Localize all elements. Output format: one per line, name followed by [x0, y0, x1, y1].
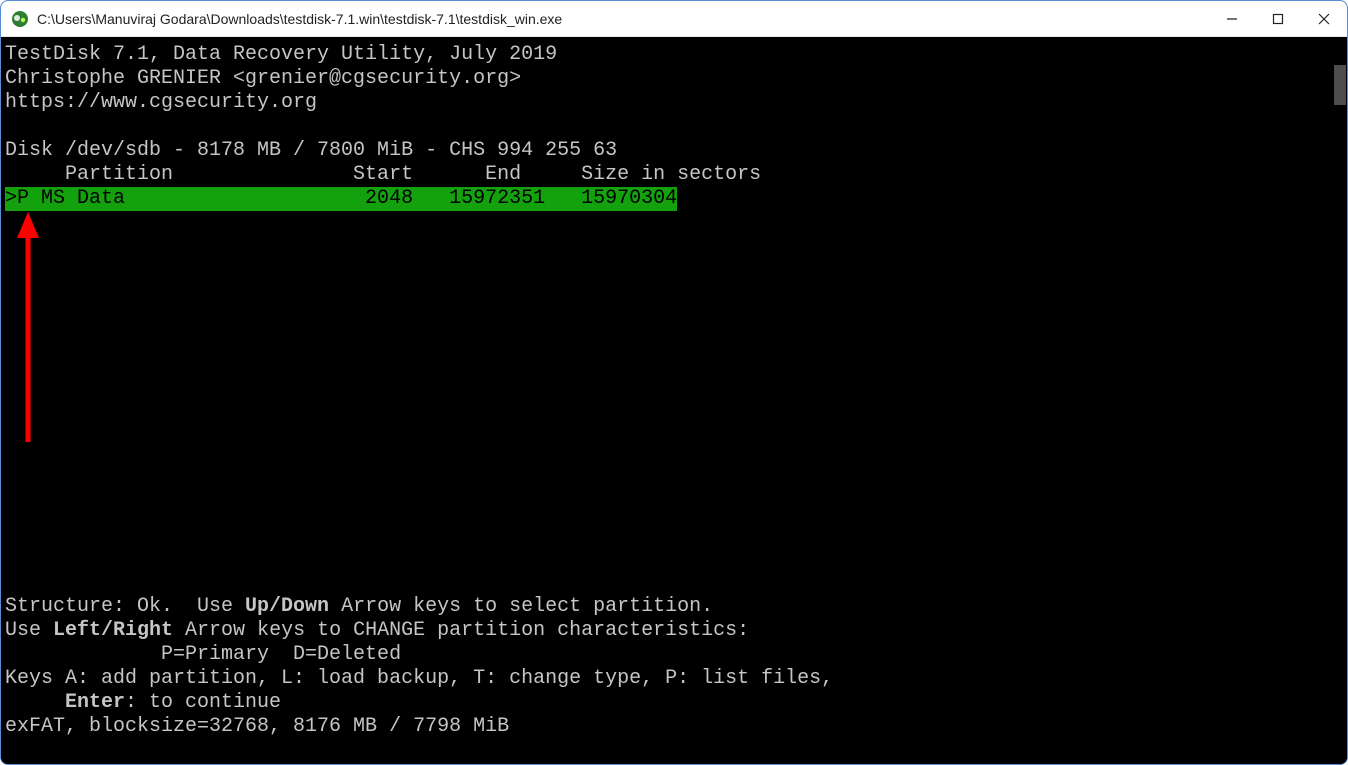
- minimize-button[interactable]: [1209, 1, 1255, 37]
- leftright-key-label: Left/Right: [53, 619, 173, 642]
- window-title: C:\Users\Manuviraj Godara\Downloads\test…: [37, 11, 562, 27]
- scrollbar-thumb[interactable]: [1334, 65, 1346, 105]
- terminal-area: TestDisk 7.1, Data Recovery Utility, Jul…: [1, 37, 1347, 764]
- column-headers: Partition Start End Size in sectors: [5, 163, 761, 186]
- maximize-button[interactable]: [1255, 1, 1301, 37]
- partition-row-selected[interactable]: >P MS Data 2048 15972351 15970304: [5, 187, 677, 211]
- app-icon: [11, 10, 29, 28]
- change-line: Use Left/Right Arrow keys to CHANGE part…: [5, 619, 749, 642]
- enter-key-label: Enter: [65, 691, 125, 714]
- enter-line: Enter: to continue: [5, 691, 281, 714]
- updown-key-label: Up/Down: [245, 595, 329, 618]
- keys-line: Keys A: add partition, L: load backup, T…: [5, 667, 833, 690]
- terminal-output[interactable]: TestDisk 7.1, Data Recovery Utility, Jul…: [1, 37, 1329, 764]
- app-window: C:\Users\Manuviraj Godara\Downloads\test…: [0, 0, 1348, 765]
- vertical-scrollbar[interactable]: [1329, 37, 1347, 764]
- title-bar[interactable]: C:\Users\Manuviraj Godara\Downloads\test…: [1, 1, 1347, 37]
- header-line1: TestDisk 7.1, Data Recovery Utility, Jul…: [5, 43, 557, 66]
- close-button[interactable]: [1301, 1, 1347, 37]
- structure-line: Structure: Ok. Use Up/Down Arrow keys to…: [5, 595, 713, 618]
- header-line3: https://www.cgsecurity.org: [5, 91, 317, 114]
- disk-info-line: Disk /dev/sdb - 8178 MB / 7800 MiB - CHS…: [5, 139, 617, 162]
- header-line2: Christophe GRENIER <grenier@cgsecurity.o…: [5, 67, 521, 90]
- filesystem-line: exFAT, blocksize=32768, 8176 MB / 7798 M…: [5, 715, 509, 738]
- legend-line: P=Primary D=Deleted: [5, 643, 401, 666]
